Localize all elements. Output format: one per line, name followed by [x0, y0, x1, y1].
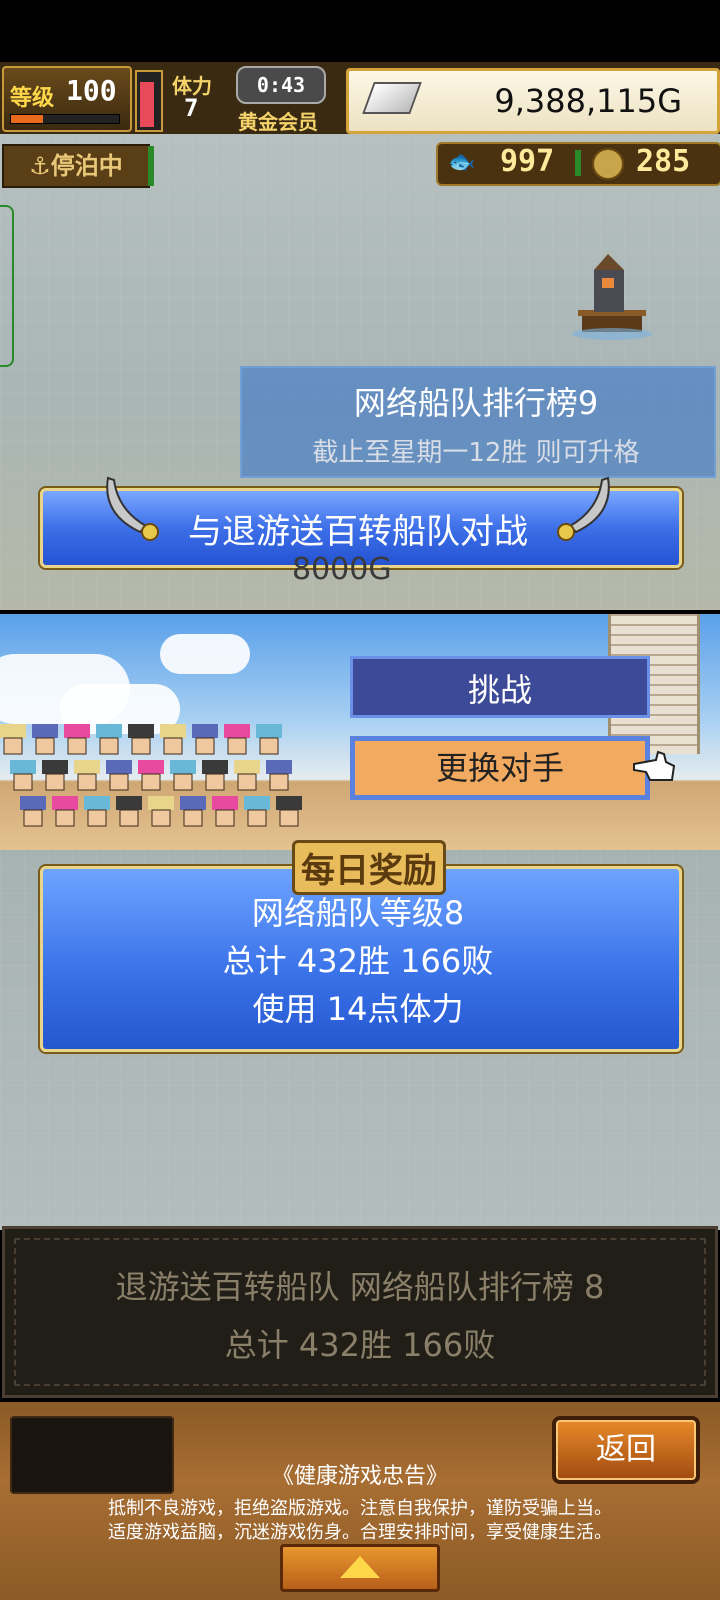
- level-progress-fill: [11, 115, 44, 123]
- crew-hair: [256, 724, 282, 738]
- battle-opponent-label: 与退游送百转船队对战: [188, 512, 528, 552]
- crew-face: [3, 737, 23, 755]
- level-progress-bar: [10, 114, 120, 124]
- crew-hair: [10, 760, 36, 774]
- crew-face: [99, 737, 119, 755]
- resource2-value: 285: [636, 144, 691, 179]
- crew-face: [119, 809, 139, 827]
- crew-hair: [74, 760, 100, 774]
- opponent-fleet-ranking: 退游送百转船队 网络船队排行榜 8: [115, 1268, 605, 1306]
- anchor-icon: ⚓: [29, 152, 51, 180]
- dock-status-edge: [148, 146, 154, 186]
- crew-hair: [32, 724, 58, 738]
- up-arrow-icon: [340, 1556, 380, 1578]
- crew-face: [247, 809, 267, 827]
- opponent-record: 总计 432胜 166败: [224, 1326, 496, 1364]
- crew-face: [67, 737, 87, 755]
- stamina-value: 7: [184, 94, 199, 122]
- crew-hair: [192, 724, 218, 738]
- crew-face: [195, 737, 215, 755]
- crew-face: [269, 773, 289, 791]
- crew-hair: [160, 724, 186, 738]
- reward-stamina-cost: 使用 14点体力: [252, 990, 464, 1028]
- crew-hair: [170, 760, 196, 774]
- crew-face: [13, 773, 33, 791]
- crew-face: [163, 737, 183, 755]
- fish-icon: 🐟: [448, 150, 476, 175]
- challenge-button[interactable]: 挑战: [350, 656, 650, 718]
- crew-face: [141, 773, 161, 791]
- ranking-title: 网络船队排行榜9: [353, 384, 599, 422]
- crew-hair: [20, 796, 46, 810]
- reward-record: 总计 432胜 166败: [222, 942, 494, 980]
- battle-prize: 8000G: [292, 552, 392, 587]
- side-drawer-tab[interactable]: [0, 205, 14, 367]
- stamina-timer: 0:43: [236, 66, 326, 104]
- crew-hair: [202, 760, 228, 774]
- level-value: 100: [66, 74, 117, 107]
- coin-icon: [592, 148, 624, 180]
- ranking-subtitle: 截止至星期一12胜 则可升格: [312, 438, 640, 468]
- crew-face: [183, 809, 203, 827]
- crew-hair: [212, 796, 238, 810]
- crew-face: [173, 773, 193, 791]
- health-notice-line-1: 抵制不良游戏，拒绝盗版游戏。注意自我保护，谨防受骗上当。: [108, 1498, 612, 1519]
- crew-hair: [64, 724, 90, 738]
- resource-separator: [575, 150, 581, 176]
- crew-face: [215, 809, 235, 827]
- crew-hair: [84, 796, 110, 810]
- dock-status-label: 停泊中: [50, 152, 123, 180]
- gold-member-label: 黄金会员: [238, 110, 318, 134]
- crew-face: [77, 773, 97, 791]
- crew-hair: [180, 796, 206, 810]
- crew-face: [109, 773, 129, 791]
- crew-hair: [96, 724, 122, 738]
- health-notice-title: 《健康游戏忠告》: [271, 1464, 448, 1489]
- crew-hair: [52, 796, 78, 810]
- daily-reward-title: 每日奖励: [292, 840, 446, 895]
- crew-face: [205, 773, 225, 791]
- crew-crowd-sprite: [0, 724, 302, 827]
- crew-hair: [244, 796, 270, 810]
- crew-face: [279, 809, 299, 827]
- crew-face: [45, 773, 65, 791]
- change-opponent-button[interactable]: 更换对手: [350, 736, 650, 800]
- crew-hair: [276, 796, 302, 810]
- crew-hair: [0, 724, 26, 738]
- health-notice-line-2: 适度游戏益脑，沉迷游戏伤身。合理安排时间，享受健康生活。: [108, 1522, 612, 1543]
- gold-amount: 9,388,115G: [494, 82, 682, 120]
- ship-sprite: [572, 254, 652, 340]
- crew-face: [237, 773, 257, 791]
- crew-hair: [138, 760, 164, 774]
- crew-hair: [116, 796, 142, 810]
- crew-face: [259, 737, 279, 755]
- reward-fleet-level: 网络船队等级8: [251, 894, 465, 932]
- crew-face: [87, 809, 107, 827]
- crew-hair: [266, 760, 292, 774]
- crew-hair: [106, 760, 132, 774]
- crew-face: [151, 809, 171, 827]
- crew-hair: [42, 760, 68, 774]
- crew-face: [55, 809, 75, 827]
- crew-face: [35, 737, 55, 755]
- crew-hair: [224, 724, 250, 738]
- crew-face: [23, 809, 43, 827]
- pointing-hand-icon: [633, 750, 676, 781]
- crew-hair: [148, 796, 174, 810]
- crew-hair: [128, 724, 154, 738]
- crew-hair: [234, 760, 260, 774]
- stamina-fill: [140, 82, 154, 127]
- dock-status-button[interactable]: ⚓停泊中: [2, 144, 150, 188]
- crew-face: [131, 737, 151, 755]
- level-label: 等级: [10, 86, 55, 111]
- stamina-bar: [135, 70, 163, 132]
- crew-face: [227, 737, 247, 755]
- resource1-value: 997: [500, 144, 555, 179]
